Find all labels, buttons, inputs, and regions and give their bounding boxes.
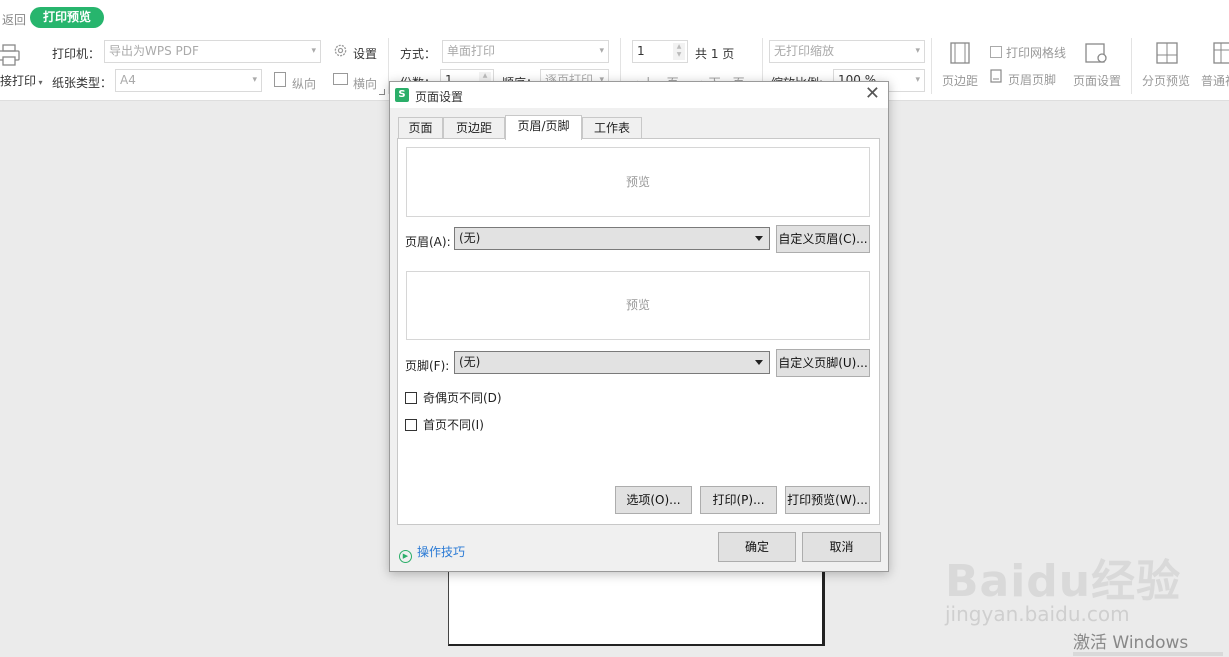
paper-type-select[interactable]: A4 ▾ [115,69,262,92]
baidu-watermark-logo: Baidu经验 [945,556,1182,607]
chevron-down-icon [755,236,763,241]
page-setup-dialog: S 页面设置 ✕ 页面 页边距 页眉/页脚 工作表 预览 页眉(A): (无) … [389,81,889,572]
odd-even-checkbox[interactable]: 奇偶页不同(D) [405,389,502,406]
header-footer-panel: 预览 页眉(A): (无) 自定义页眉(C)... 预览 页脚(F): (无) … [397,138,880,525]
chevron-down-icon: ▾ [311,46,316,56]
chevron-down-icon: ▾ [252,75,257,85]
scale-mode-select[interactable]: 无打印缩放 ▾ [769,40,925,63]
close-icon[interactable]: ✕ [865,84,880,104]
header-select[interactable]: (无) [454,227,770,250]
custom-footer-button[interactable]: 自定义页脚(U)... [776,349,870,377]
tips-label: 操作技巧 [417,545,466,559]
direct-print-button[interactable]: 直接打印 ▾ [0,72,43,89]
back-link[interactable]: 返回 [2,11,26,28]
activate-windows-subtext [1073,652,1223,656]
margins-button[interactable]: 页边距 [942,72,978,89]
page-number-stepper[interactable]: 1 ▲ ▼ [632,40,688,63]
gridlines-label: 打印网格线 [1006,46,1067,60]
tab-margins[interactable]: 页边距 [443,117,505,139]
portrait-icon[interactable] [274,72,286,87]
printer-label: 打印机： [52,47,101,61]
page-break-preview-icon[interactable] [1156,42,1178,67]
header-footer-button[interactable]: 页眉页脚 [1008,71,1056,88]
baidu-watermark-url: jingyan.baidu.com [945,602,1130,626]
spin-arrows-icon[interactable]: ▲▼ [673,43,685,60]
divider [931,38,932,94]
printer-select[interactable]: 导出为WPS PDF ▾ [104,40,321,63]
footer-select[interactable]: (无) [454,351,770,374]
play-icon: ▶ [399,550,412,563]
checkbox-box [405,419,417,431]
paper-type-label: 纸张类型： [52,76,113,90]
mode-select[interactable]: 单面打印 ▾ [442,40,609,63]
settings-button[interactable]: 设置 [353,45,377,62]
odd-even-label: 奇偶页不同(D) [423,391,502,405]
chevron-down-icon: ▾ [915,46,920,56]
wps-spreadsheet-icon: S [395,88,409,102]
paper-type-value: A4 [120,73,136,87]
tips-link[interactable]: ▶ 操作技巧 [399,543,465,563]
normal-view-icon[interactable] [1213,42,1229,67]
footer-value: (无) [459,355,481,369]
first-page-label: 首页不同(I) [423,418,484,432]
options-button[interactable]: 选项(O)... [615,486,692,514]
normal-view-button[interactable]: 普通视 [1201,72,1229,89]
margins-icon[interactable] [950,42,970,67]
preview-page [448,572,825,646]
tab-worksheet[interactable]: 工作表 [582,117,642,139]
page-setup-icon[interactable] [1085,43,1109,68]
header-preview: 预览 [406,147,870,217]
printer-icon[interactable] [0,44,22,66]
header-value: (无) [459,231,481,245]
checkbox-box [990,45,1002,58]
printer-value: 导出为WPS PDF [109,44,199,58]
chevron-down-icon: ▾ [599,46,604,56]
page-break-preview-button[interactable]: 分页预览 [1142,72,1190,89]
print-button[interactable]: 打印(P)... [700,486,777,514]
direct-print-label: 直接打印 [0,74,37,88]
activate-windows-text: 激活 Windows [1073,633,1189,653]
gridlines-checkbox[interactable] [990,44,1002,58]
chevron-down-icon: ▾ [915,75,920,85]
tab-page[interactable]: 页面 [398,117,443,139]
cancel-button[interactable]: 取消 [802,532,881,562]
checkbox-box [405,392,417,404]
page-number-value: 1 [637,44,645,58]
landscape-icon[interactable] [333,73,348,85]
dialog-title: 页面设置 [415,90,464,104]
gear-icon[interactable] [333,43,348,61]
page-total: 共 1 页 [695,47,735,61]
scale-mode-value: 无打印缩放 [774,44,835,58]
page-setup-button[interactable]: 页面设置 [1073,72,1121,89]
header-footer-icon[interactable] [990,69,1002,86]
print-preview-badge: 打印预览 [30,7,104,28]
ok-button[interactable]: 确定 [718,532,796,562]
landscape-button[interactable]: 横向 [353,75,377,92]
footer-preview: 预览 [406,271,870,340]
footer-label: 页脚(F): [405,359,450,373]
tab-header-footer[interactable]: 页眉/页脚 [505,115,582,140]
chevron-down-icon [755,360,763,365]
group-expand-icon[interactable] [379,89,385,95]
custom-header-button[interactable]: 自定义页眉(C)... [776,225,870,253]
print-preview-button[interactable]: 打印预览(W)... [785,486,870,514]
dialog-titlebar[interactable]: S 页面设置 ✕ [390,82,888,108]
divider [1131,38,1132,94]
mode-value: 单面打印 [447,44,496,58]
header-label: 页眉(A): [405,235,451,249]
mode-label: 方式： [400,47,437,61]
first-page-checkbox[interactable]: 首页不同(I) [405,416,484,433]
portrait-button[interactable]: 纵向 [292,75,316,92]
